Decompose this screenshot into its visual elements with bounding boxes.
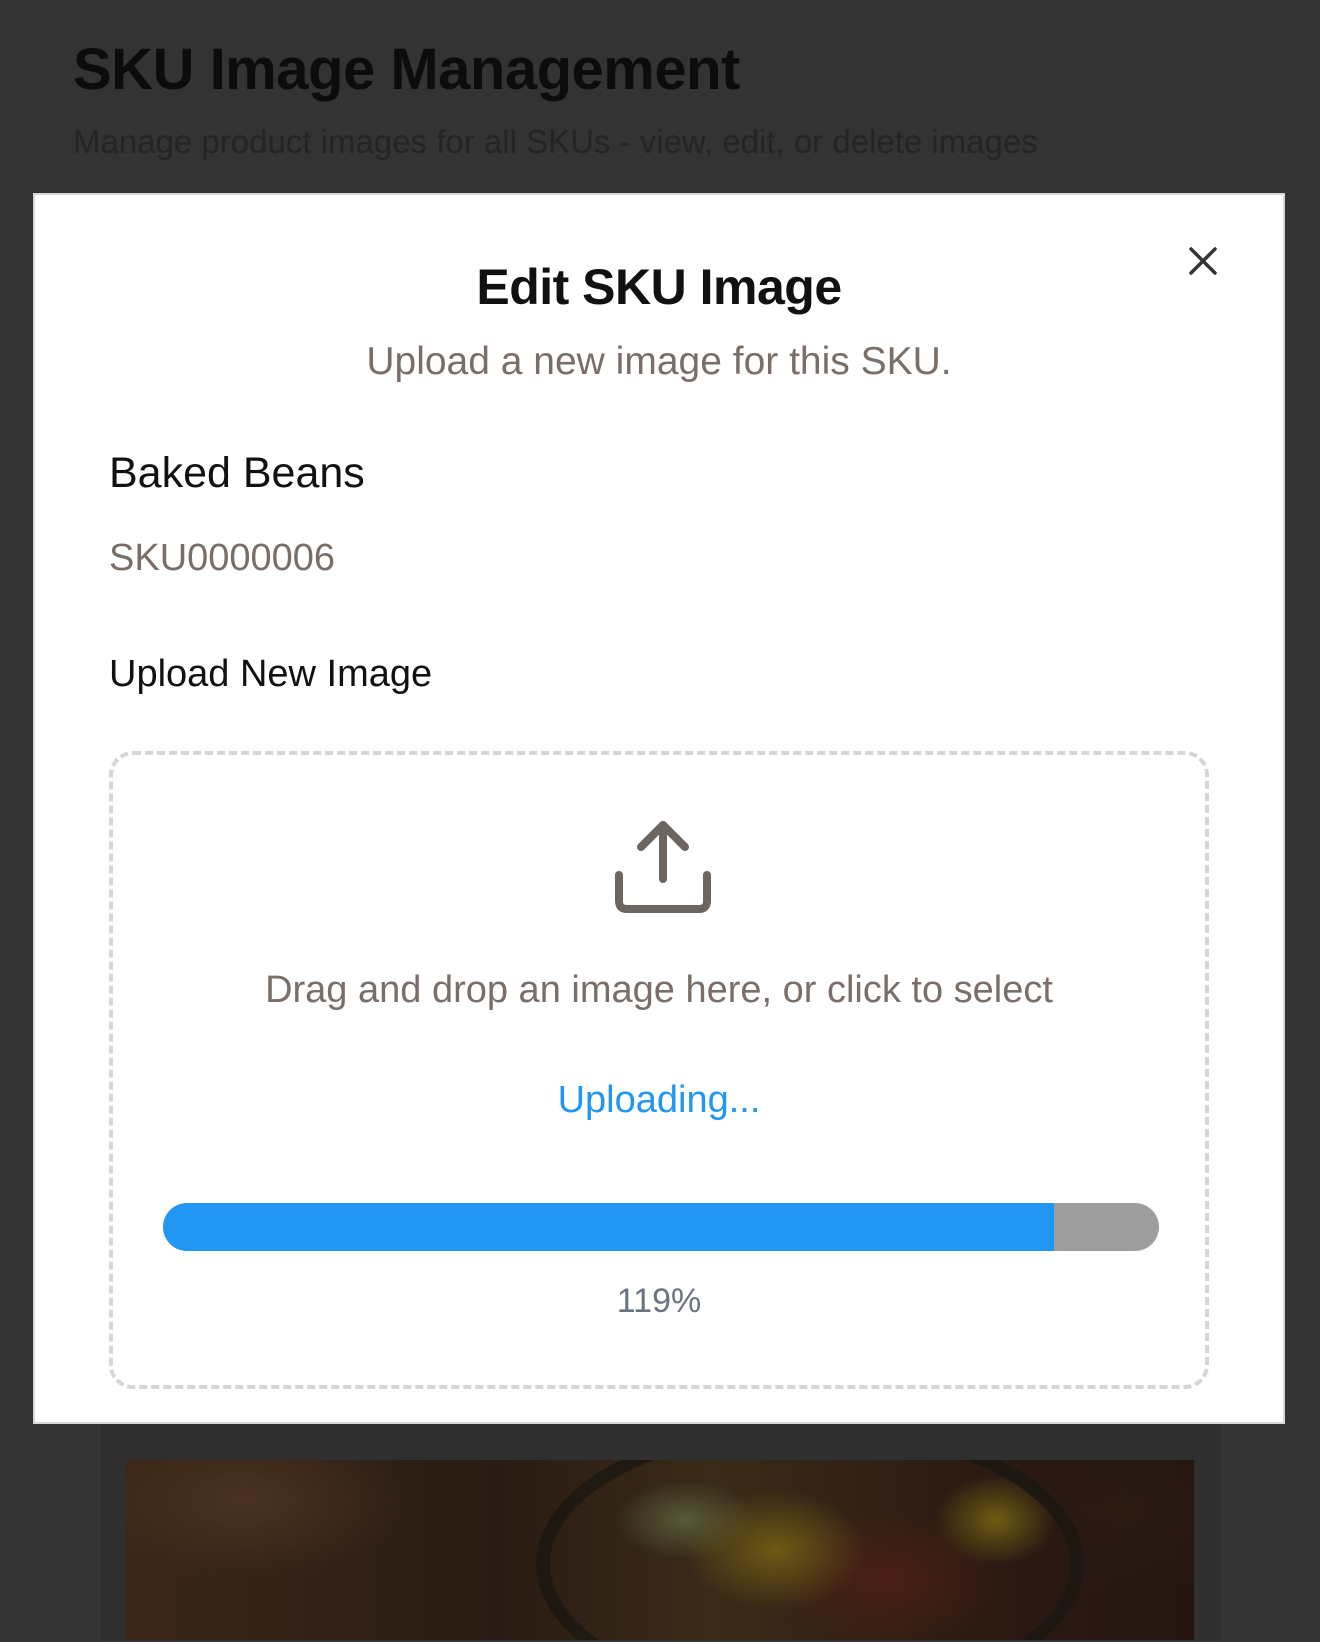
page-title: SKU Image Management <box>73 37 740 102</box>
product-name: Baked Beans <box>109 449 365 497</box>
product-sku: SKU0000006 <box>109 537 336 579</box>
dialog-description: Upload a new image for this SKU. <box>366 340 952 383</box>
dialog-title: Edit SKU Image <box>476 259 842 315</box>
sku-product-image <box>126 1460 1194 1640</box>
upload-icon <box>615 821 711 913</box>
bowl-shape <box>536 1460 1084 1640</box>
upload-progress-fill <box>163 1203 1055 1251</box>
page-subtitle: Manage product images for all SKUs - vie… <box>73 123 1038 160</box>
upload-progress-bar <box>163 1203 1159 1251</box>
upload-label: Upload New Image <box>109 653 433 695</box>
upload-status: Uploading... <box>557 1079 761 1121</box>
image-dropzone[interactable]: Drag and drop an image here, or click to… <box>109 751 1209 1389</box>
upload-progress-percent: 119% <box>616 1282 702 1320</box>
edit-sku-image-dialog: Edit SKU Image Upload a new image for th… <box>33 193 1285 1424</box>
page-header: SKU Image Management Manage product imag… <box>73 30 1253 164</box>
dropzone-instructions: Drag and drop an image here, or click to… <box>265 969 1053 1011</box>
